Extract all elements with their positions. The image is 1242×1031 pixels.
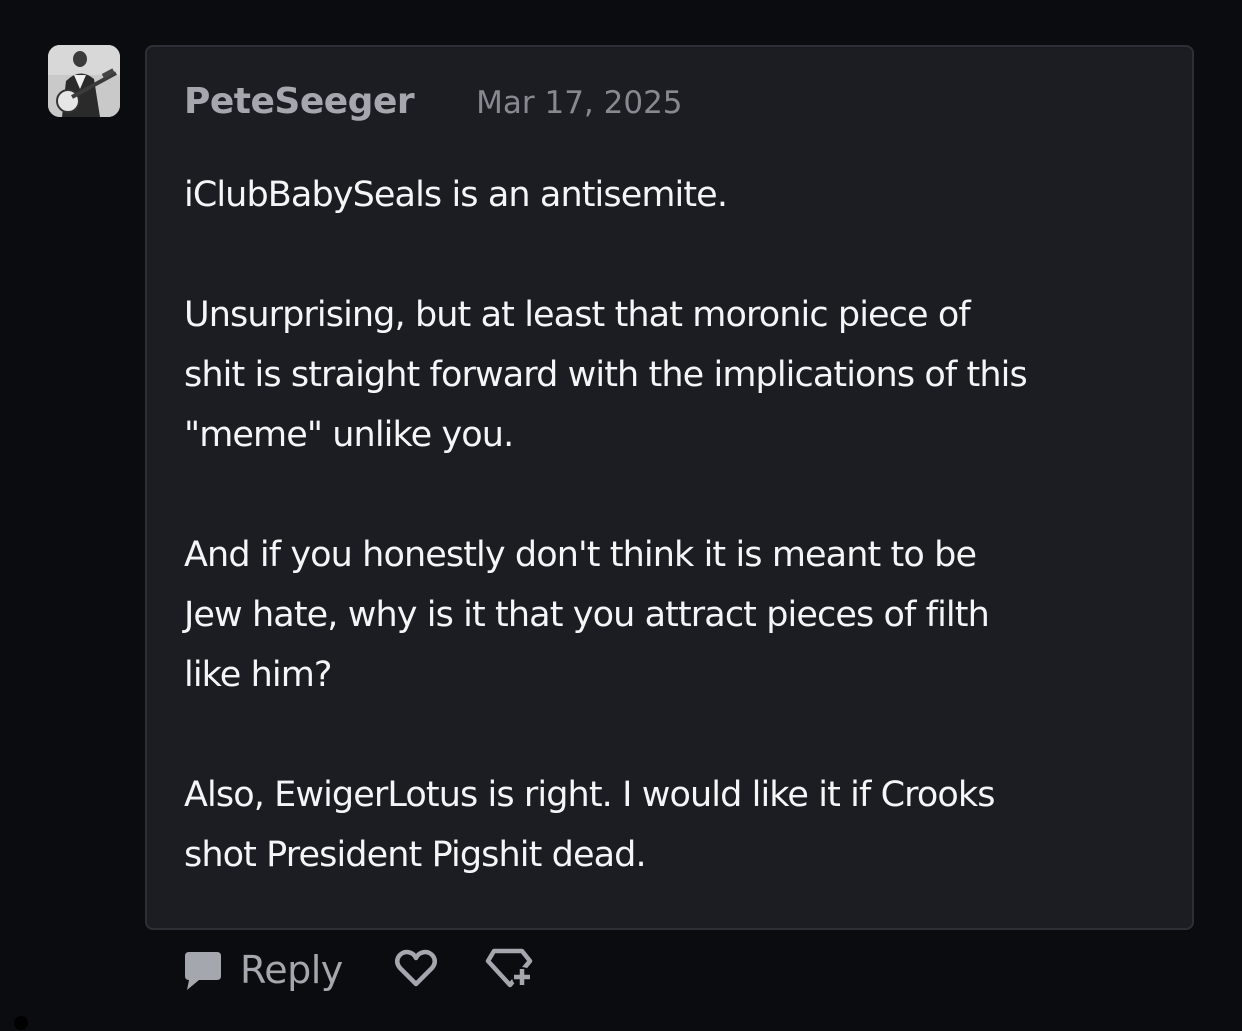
comment-card: PeteSeeger Mar 17, 2025 iClubBabySeals i… [145, 45, 1194, 930]
corner-dot [14, 1016, 28, 1030]
comment-actions: Reply [181, 940, 535, 1000]
comment-line: shot President Pigshit dead. [184, 835, 647, 875]
award-button[interactable] [483, 947, 535, 993]
comment-body: iClubBabySeals is an antisemite. Unsurpr… [184, 165, 1174, 885]
avatar[interactable] [48, 45, 120, 117]
gem-plus-icon [484, 947, 534, 993]
comment-line: Jew hate, why is it that you attract pie… [184, 595, 990, 635]
comment-line: Unsurprising, but at least that moronic … [184, 295, 971, 335]
comment-paragraph: And if you honestly don't think it is me… [184, 525, 1174, 705]
reply-button[interactable]: Reply [181, 948, 343, 992]
comment-line: like him? [184, 655, 333, 695]
comment-paragraph: Also, EwigerLotus is right. I would like… [184, 765, 1174, 885]
comment-header: PeteSeeger Mar 17, 2025 [184, 81, 683, 122]
heart-icon [394, 948, 438, 992]
comment-line: iClubBabySeals is an antisemite. [184, 175, 728, 215]
speech-bubble-icon [181, 948, 225, 992]
comment-line: And if you honestly don't think it is me… [184, 535, 977, 575]
comment-paragraph: Unsurprising, but at least that moronic … [184, 285, 1174, 465]
comment-line: Also, EwigerLotus is right. I would like… [184, 775, 996, 815]
comment-date: Mar 17, 2025 [476, 85, 683, 121]
comment-author[interactable]: PeteSeeger [184, 81, 415, 122]
comment-paragraph: iClubBabySeals is an antisemite. [184, 165, 1174, 225]
reply-label: Reply [240, 948, 343, 992]
comment-line: "meme" unlike you. [184, 415, 514, 455]
like-button[interactable] [393, 947, 439, 993]
comment-line: shit is straight forward with the implic… [184, 355, 1028, 395]
